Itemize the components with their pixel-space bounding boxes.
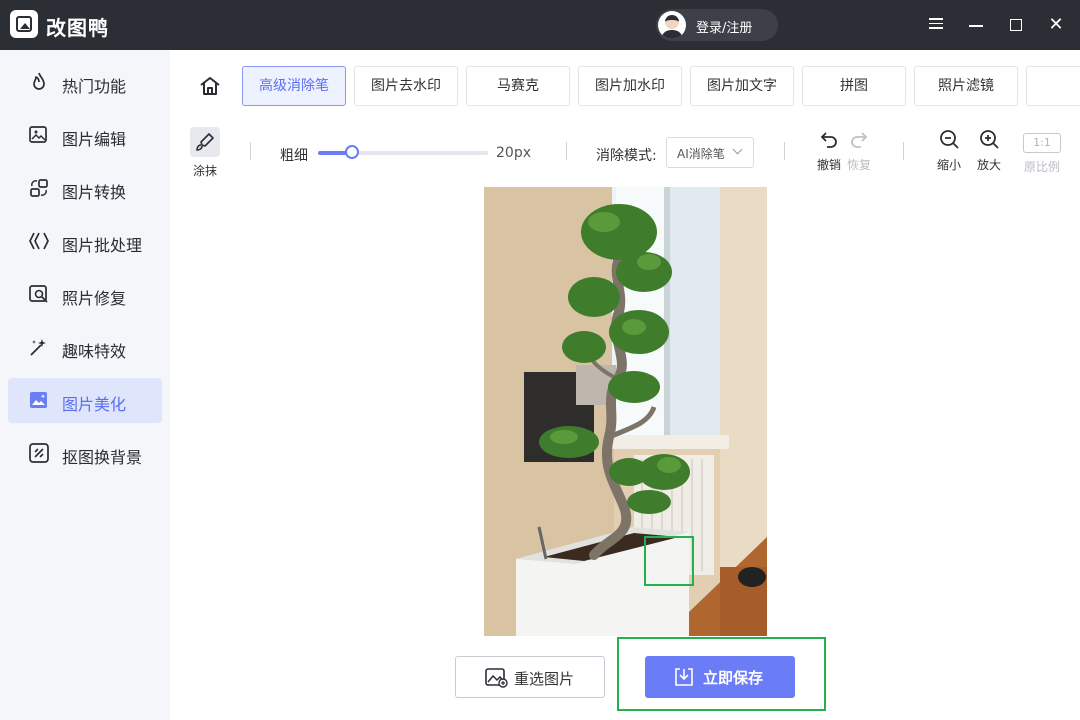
tab-add-text[interactable]: 图片加文字	[690, 66, 794, 106]
divider	[903, 142, 904, 160]
sidebar-item-label: 图片美化	[62, 395, 127, 414]
redo-button[interactable]: 恢复	[839, 128, 879, 180]
sidebar-item-image-edit[interactable]: 图片编辑	[8, 113, 162, 158]
image-edit-icon	[29, 126, 47, 143]
zoom-in-button[interactable]: 放大	[969, 128, 1009, 180]
sidebar-item-label: 热门功能	[62, 77, 127, 96]
zoom-in-icon	[980, 130, 999, 149]
slider-handle[interactable]	[345, 145, 359, 159]
sidebar-item-cutout[interactable]: 抠图换背景	[8, 431, 162, 476]
sidebar-item-label: 照片修复	[62, 289, 127, 308]
zoom-out-label: 缩小	[936, 158, 961, 172]
reselect-image-button[interactable]: 重选图片	[455, 656, 605, 698]
selection-highlight	[644, 536, 694, 586]
tab-overflow[interactable]	[1026, 66, 1080, 106]
sidebar-item-label: 趣味特效	[62, 342, 127, 361]
magic-wand-icon	[30, 339, 46, 356]
sidebar: 热门功能 图片编辑 图片转换 图片批处理 照片修复 趣味特效 图片美化 抠图换背…	[0, 50, 170, 720]
batch-icon	[29, 232, 49, 250]
ratio-badge: 1:1	[1023, 133, 1061, 153]
zoom-out-icon	[940, 130, 959, 149]
brush-icon	[196, 133, 214, 151]
original-ratio-label: 原比例	[1023, 160, 1060, 174]
maximize-icon[interactable]	[1006, 15, 1026, 35]
zoom-in-label: 放大	[976, 158, 1001, 172]
image-reselect-icon	[485, 668, 508, 688]
save-highlight	[617, 637, 826, 711]
tab-remove-watermark[interactable]: 图片去水印	[354, 66, 458, 106]
sidebar-item-convert[interactable]: 图片转换	[8, 166, 162, 211]
app-title: 改图鸭	[46, 16, 109, 40]
divider	[566, 142, 567, 160]
sidebar-item-photo-repair[interactable]: 照片修复	[8, 272, 162, 317]
smear-label: 涂抹	[192, 164, 217, 178]
edited-photo[interactable]	[484, 187, 767, 636]
original-ratio-button[interactable]: 1:1 原比例	[1016, 128, 1068, 180]
bonsai-photo	[484, 187, 767, 636]
convert-icon	[30, 179, 48, 197]
redo-icon	[851, 132, 868, 148]
login-button[interactable]: 登录/注册	[656, 9, 778, 41]
smear-tool-button[interactable]	[190, 127, 220, 157]
flame-icon	[33, 72, 45, 90]
app-logo-icon	[10, 10, 38, 38]
editing-canvas: 重选图片 立即保存	[170, 185, 1080, 720]
tab-advanced-eraser[interactable]: 高级消除笔	[242, 66, 346, 106]
thickness-label: 粗细	[280, 148, 308, 164]
login-label: 登录/注册	[696, 21, 753, 36]
chevron-down-icon	[732, 144, 743, 155]
avatar	[658, 11, 686, 39]
minimize-icon[interactable]	[966, 15, 986, 35]
reselect-label: 重选图片	[514, 670, 575, 688]
title-bar: 改图鸭 登录/注册 ✕	[0, 0, 1080, 50]
home-icon[interactable]	[198, 74, 222, 98]
erase-mode-select[interactable]: AI消除笔	[666, 137, 754, 168]
function-tabs: 高级消除笔 图片去水印 马赛克 图片加水印 图片加文字 拼图 照片滤镜	[170, 50, 1080, 120]
sidebar-item-beautify[interactable]: 图片美化	[8, 378, 162, 423]
thickness-value: 20px	[496, 145, 531, 161]
zoom-out-button[interactable]: 缩小	[929, 128, 969, 180]
menu-icon[interactable]	[926, 15, 946, 35]
erase-mode-value: AI消除笔	[677, 147, 725, 161]
undo-icon	[820, 132, 837, 148]
divider	[250, 142, 251, 160]
sidebar-item-batch[interactable]: 图片批处理	[8, 219, 162, 264]
erase-mode-label: 消除模式:	[596, 148, 657, 164]
redo-label: 恢复	[846, 158, 871, 172]
edit-toolbar: 涂抹 粗细 20px 消除模式: AI消除笔 撤销 恢复 缩小 放大 1:1 原…	[170, 120, 1080, 185]
sidebar-item-hot[interactable]: 热门功能	[8, 60, 162, 105]
tab-add-watermark[interactable]: 图片加水印	[578, 66, 682, 106]
divider	[784, 142, 785, 160]
sidebar-item-effects[interactable]: 趣味特效	[8, 325, 162, 370]
photo-repair-icon	[29, 285, 48, 303]
thickness-slider[interactable]	[318, 151, 488, 155]
close-icon[interactable]: ✕	[1046, 15, 1066, 35]
cutout-icon	[29, 443, 49, 463]
tab-mosaic[interactable]: 马赛克	[466, 66, 570, 106]
sidebar-item-label: 图片批处理	[62, 236, 143, 255]
beautify-icon	[30, 392, 47, 408]
sidebar-item-label: 图片编辑	[62, 130, 127, 149]
sidebar-item-label: 抠图换背景	[62, 448, 143, 467]
sidebar-item-label: 图片转换	[62, 183, 127, 202]
tab-photo-filter[interactable]: 照片滤镜	[914, 66, 1018, 106]
tab-collage[interactable]: 拼图	[802, 66, 906, 106]
